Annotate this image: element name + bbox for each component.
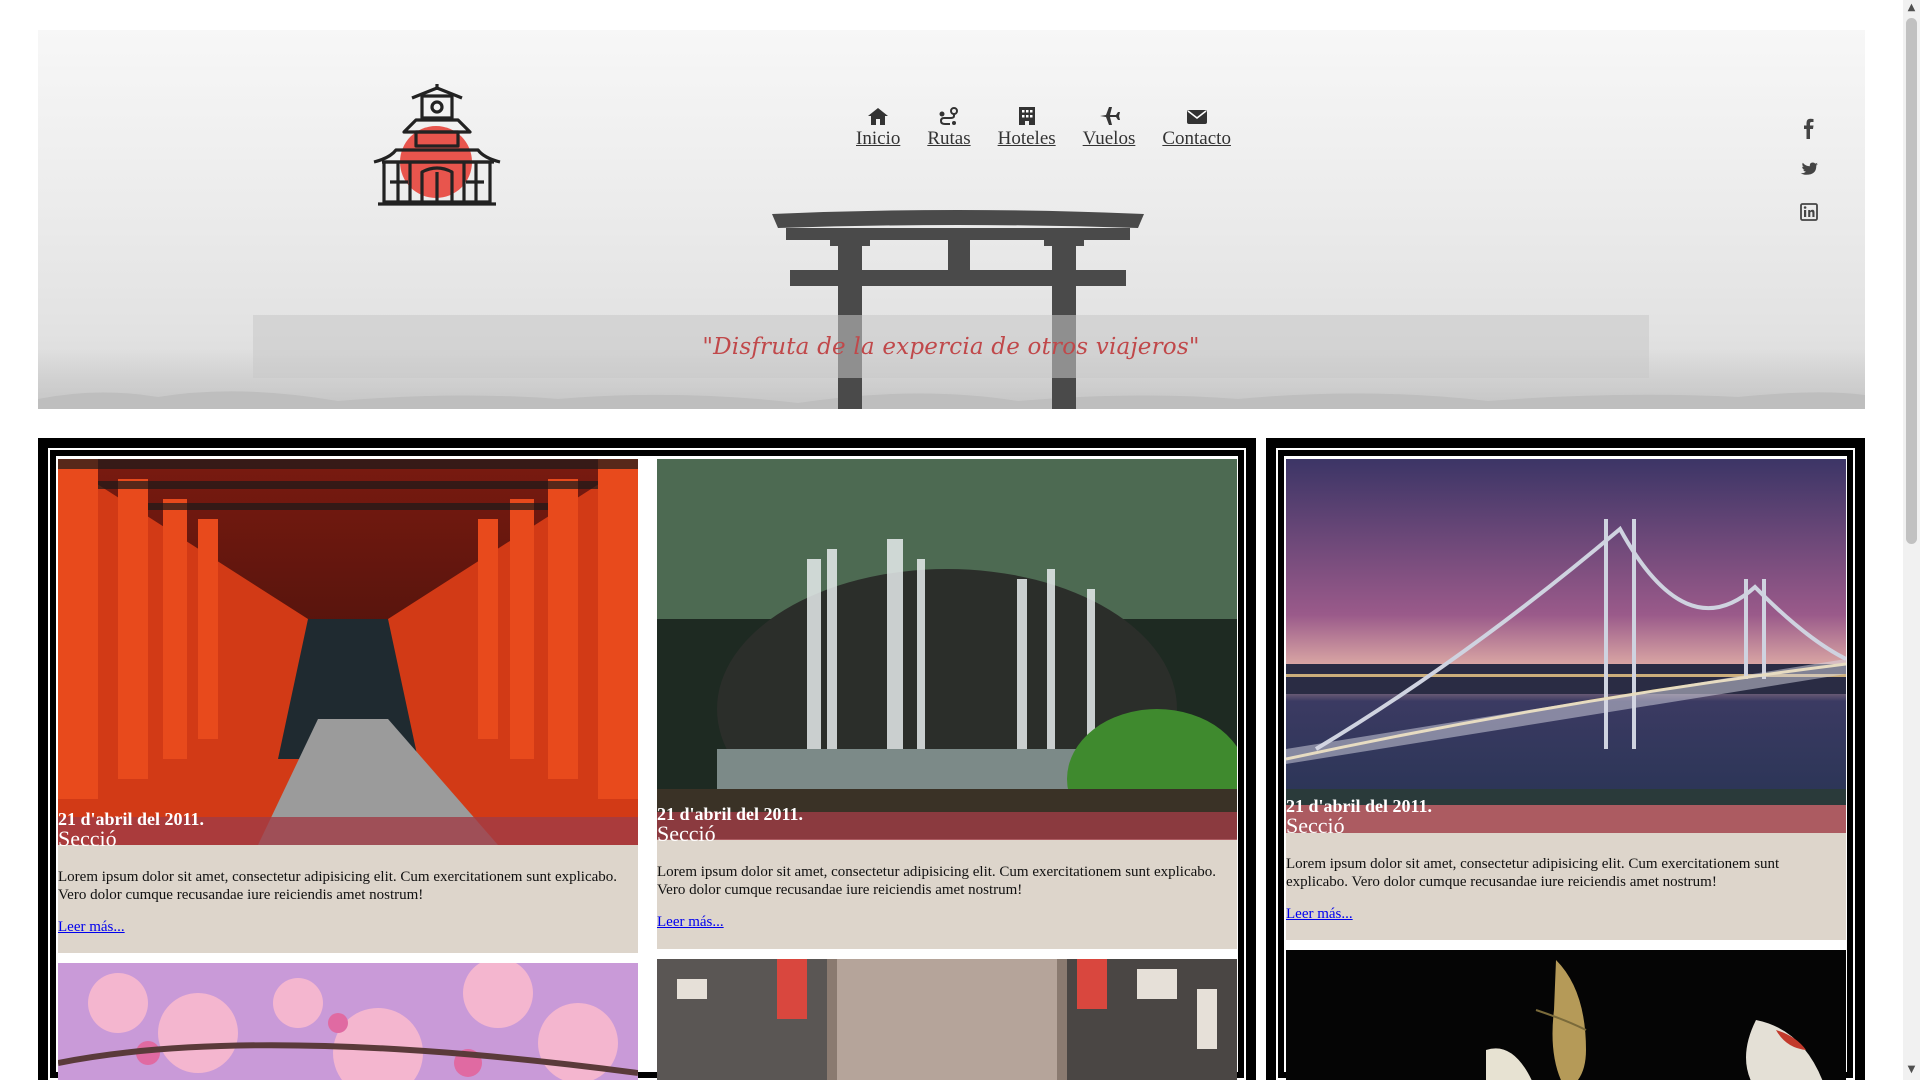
home-icon (868, 108, 889, 125)
read-more-link[interactable]: Leer más... (657, 914, 724, 931)
nav-item-contacto[interactable]: Contacto (1162, 106, 1231, 150)
article-card[interactable]: 21 d'abril del 2011. Secció Lorem ipsum … (58, 459, 638, 953)
scrollbar-thumb[interactable] (1906, 18, 1917, 544)
route-icon (939, 107, 958, 125)
pagoda-logo[interactable] (370, 80, 506, 216)
nav-label[interactable]: Rutas (927, 128, 970, 150)
hotel-icon (1018, 107, 1035, 125)
article-card-preview[interactable] (58, 963, 638, 1080)
social-links (1799, 117, 1819, 223)
torii-gate-image (772, 210, 1144, 409)
plane-icon (1100, 107, 1120, 125)
card-section: Secció (58, 826, 117, 851)
main-nav: Inicio Rutas Hoteles Vuelos Contacto (856, 106, 1258, 150)
main-articles-panel: 21 d'abril del 2011. Secció Lorem ipsum … (38, 438, 1256, 1080)
nav-label[interactable]: Contacto (1162, 128, 1231, 150)
cherry-blossom-image (58, 963, 638, 1080)
nav-item-rutas[interactable]: Rutas (927, 106, 971, 150)
article-card[interactable]: 21 d'abril del 2011. Secció Lorem ipsum … (657, 459, 1237, 949)
sidebar-articles-panel: 21 d'abril del 2011. Secció Lorem ipsum … (1266, 438, 1865, 1080)
read-more-link[interactable]: Leer más... (1286, 906, 1353, 923)
hero-banner: Inicio Rutas Hoteles Vuelos Contacto "Di… (38, 30, 1865, 409)
city-street-image (657, 959, 1237, 1080)
card-text: Lorem ipsum dolor sit amet, consectetur … (58, 869, 618, 903)
read-more-link[interactable]: Leer más... (58, 919, 125, 936)
torii-corridor-image (58, 459, 638, 845)
nav-label[interactable]: Vuelos (1083, 128, 1136, 150)
quote-band: "Disfruta de la expercia de otros viajer… (253, 315, 1649, 378)
nav-label[interactable]: Hoteles (998, 128, 1056, 150)
nav-item-vuelos[interactable]: Vuelos (1083, 106, 1136, 150)
nav-item-inicio[interactable]: Inicio (856, 106, 900, 150)
article-card[interactable]: 21 d'abril del 2011. Secció Lorem ipsum … (1286, 459, 1846, 940)
koi-fish-image (1286, 950, 1846, 1080)
article-card-preview[interactable] (657, 959, 1237, 1080)
bridge-sunset-image (1286, 459, 1846, 805)
waterfall-image (657, 459, 1237, 839)
linkedin-icon[interactable] (1799, 201, 1819, 223)
card-text: Lorem ipsum dolor sit amet, consectetur … (657, 864, 1217, 898)
card-section: Secció (657, 821, 716, 846)
facebook-icon[interactable] (1799, 117, 1819, 139)
card-text: Lorem ipsum dolor sit amet, consectetur … (1286, 856, 1780, 890)
scroll-up-arrow[interactable]: ▲ (1905, 2, 1918, 16)
envelope-icon (1186, 110, 1207, 124)
nav-label[interactable]: Inicio (856, 128, 900, 150)
article-card-preview[interactable] (1286, 950, 1846, 1080)
card-section: Secció (1286, 813, 1345, 838)
hero-quote: "Disfruta de la expercia de otros viajer… (702, 333, 1200, 360)
nav-item-hoteles[interactable]: Hoteles (998, 106, 1056, 150)
scroll-down-arrow[interactable]: ▼ (1905, 1064, 1918, 1078)
twitter-icon[interactable] (1799, 159, 1819, 181)
